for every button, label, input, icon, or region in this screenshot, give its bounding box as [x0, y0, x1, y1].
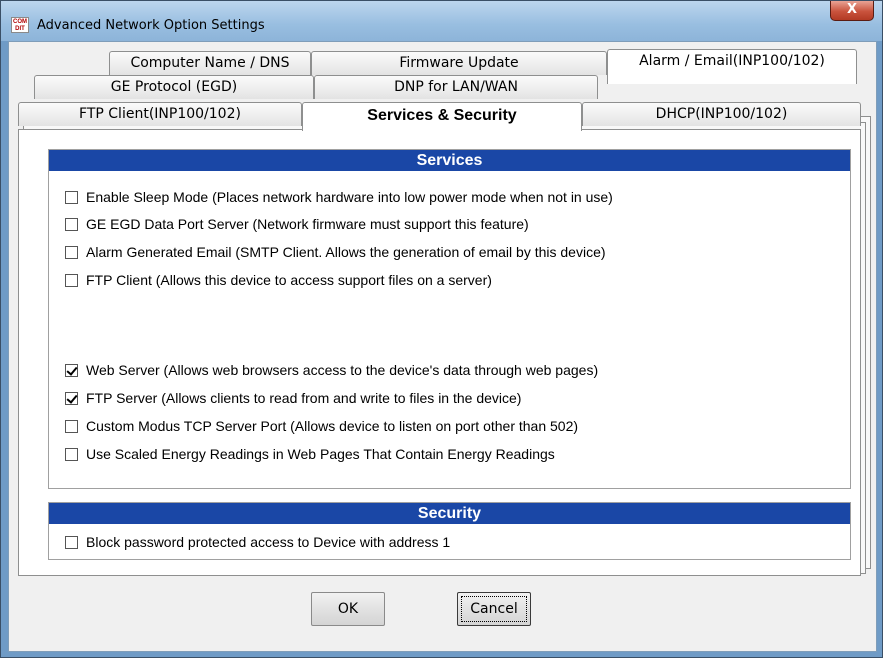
tab-computer-name-dns[interactable]: Computer Name / DNS — [109, 51, 311, 75]
checkbox[interactable] — [65, 535, 78, 549]
tab-alarm-email[interactable]: Alarm / Email(INP100/102) — [607, 49, 857, 84]
checkbox[interactable] — [65, 447, 78, 461]
title-bar[interactable]: COM DIT Advanced Network Option Settings… — [1, 1, 882, 41]
checkbox-row-web-server[interactable]: Web Server (Allows web browsers access t… — [65, 360, 598, 380]
checkbox-label: GE EGD Data Port Server (Network firmwar… — [86, 216, 529, 232]
focus-rectangle — [461, 596, 527, 622]
checkbox[interactable] — [65, 217, 78, 231]
tab-firmware-update[interactable]: Firmware Update — [311, 51, 607, 75]
checkbox-label: FTP Server (Allows clients to read from … — [86, 390, 522, 406]
security-group: Security Block password protected access… — [48, 502, 851, 560]
security-header: Security — [49, 503, 850, 524]
services-group: Services Enable Sleep Mode (Places netwo… — [48, 149, 851, 489]
app-icon: COM DIT — [11, 17, 29, 33]
checkbox-label: Custom Modus TCP Server Port (Allows dev… — [86, 418, 579, 434]
window-title: Advanced Network Option Settings — [37, 18, 265, 33]
checkbox-row-sleep-mode[interactable]: Enable Sleep Mode (Places network hardwa… — [65, 187, 613, 207]
ok-button[interactable]: OK — [311, 592, 385, 626]
checkbox[interactable] — [65, 273, 78, 287]
tab-ftp-client[interactable]: FTP Client(INP100/102) — [18, 102, 302, 126]
checkbox-label: Alarm Generated Email (SMTP Client. Allo… — [86, 244, 606, 260]
checkbox-row-ftp-server[interactable]: FTP Server (Allows clients to read from … — [65, 388, 521, 408]
checkbox-label: Web Server (Allows web browsers access t… — [86, 362, 599, 378]
checkbox[interactable] — [65, 363, 78, 377]
checkbox[interactable] — [65, 419, 78, 433]
checkbox[interactable] — [65, 190, 78, 204]
tab-ge-protocol-egd[interactable]: GE Protocol (EGD) — [34, 75, 314, 99]
services-header: Services — [49, 150, 850, 171]
cancel-button[interactable]: Cancel — [457, 592, 531, 626]
tab-dhcp[interactable]: DHCP(INP100/102) — [582, 102, 861, 126]
checkbox[interactable] — [65, 245, 78, 259]
checkbox-label: Enable Sleep Mode (Places network hardwa… — [86, 189, 613, 205]
checkbox[interactable] — [65, 391, 78, 405]
dialog-window: COM DIT Advanced Network Option Settings… — [0, 0, 883, 658]
checkbox-row-ftp-client[interactable]: FTP Client (Allows this device to access… — [65, 270, 492, 290]
checkbox-row-block-password[interactable]: Block password protected access to Devic… — [65, 532, 450, 552]
services-security-panel: Services Enable Sleep Mode (Places netwo… — [18, 129, 861, 576]
checkbox-label: FTP Client (Allows this device to access… — [86, 272, 492, 288]
checkbox-label: Block password protected access to Devic… — [86, 534, 451, 550]
checkbox-row-egd-data-port[interactable]: GE EGD Data Port Server (Network firmwar… — [65, 214, 529, 234]
close-button[interactable]: X — [830, 1, 874, 21]
tab-dnp-lan-wan[interactable]: DNP for LAN/WAN — [314, 75, 598, 99]
dialog-client-area: Computer Name / DNS Firmware Update Alar… — [8, 41, 877, 652]
checkbox-row-scaled-energy[interactable]: Use Scaled Energy Readings in Web Pages … — [65, 444, 555, 464]
checkbox-row-alarm-email[interactable]: Alarm Generated Email (SMTP Client. Allo… — [65, 242, 606, 262]
checkbox-row-custom-modbus-port[interactable]: Custom Modus TCP Server Port (Allows dev… — [65, 416, 578, 436]
checkbox-label: Use Scaled Energy Readings in Web Pages … — [86, 446, 555, 462]
tab-services-security[interactable]: Services & Security — [302, 102, 582, 131]
